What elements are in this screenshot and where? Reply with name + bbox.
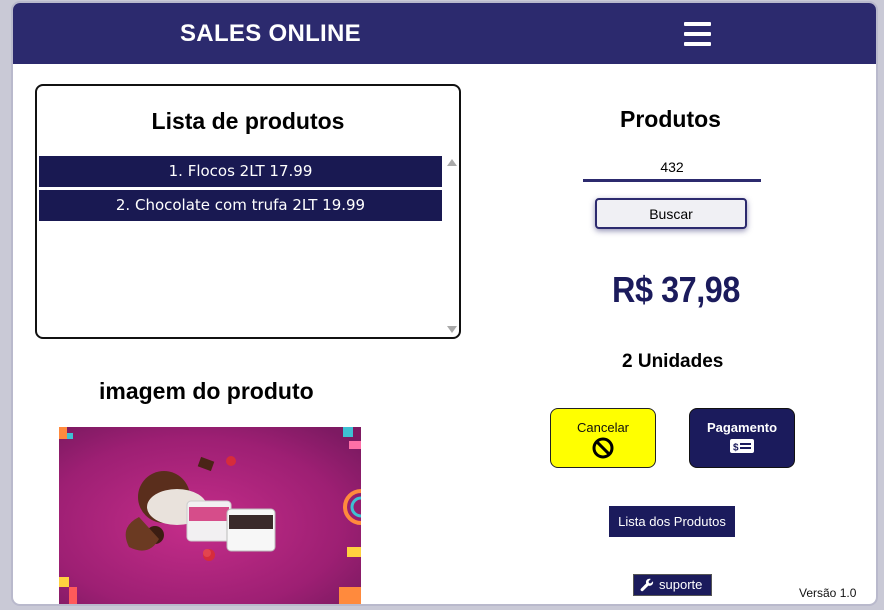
- list-item[interactable]: 2. Chocolate com trufa 2LT 19.99: [39, 190, 442, 221]
- payment-button[interactable]: Pagamento $: [689, 408, 795, 468]
- cancel-button-label: Cancelar: [576, 420, 630, 435]
- total-price: R$ 37,98: [612, 269, 740, 310]
- product-image-title: imagem do produto: [99, 378, 314, 404]
- search-button[interactable]: Buscar: [595, 198, 747, 229]
- product-list: 1. Flocos 2LT 17.99 2. Chocolate com tru…: [39, 156, 442, 224]
- header-bar: SALES ONLINE: [13, 3, 876, 64]
- wrench-icon: [640, 578, 654, 592]
- prohibited-icon: [592, 437, 614, 459]
- products-title: Produtos: [620, 106, 721, 132]
- product-list-button[interactable]: Lista dos Produtos: [609, 506, 735, 537]
- product-list-title: Lista de produtos: [151, 108, 345, 134]
- support-button-label: suporte: [659, 577, 703, 592]
- svg-text:$: $: [733, 443, 739, 454]
- money-bill-icon: $: [730, 439, 754, 454]
- hamburger-menu-icon[interactable]: [684, 22, 711, 46]
- app-window: SALES ONLINE Lista de produtos 1. Flocos…: [13, 3, 876, 604]
- product-code-input[interactable]: [583, 155, 761, 182]
- support-button[interactable]: suporte: [633, 574, 712, 596]
- units-count: 2 Unidades: [622, 351, 724, 372]
- version-label: Versão 1.0: [799, 586, 857, 600]
- scroll-down-arrow-icon[interactable]: [447, 326, 457, 333]
- list-item[interactable]: 1. Flocos 2LT 17.99: [39, 156, 442, 187]
- scroll-up-arrow-icon[interactable]: [447, 159, 457, 166]
- cancel-button[interactable]: Cancelar: [550, 408, 656, 468]
- payment-button-label: Pagamento: [706, 420, 778, 435]
- app-title: SALES ONLINE: [180, 20, 361, 47]
- product-image: [59, 427, 361, 604]
- product-list-panel: Lista de produtos 1. Flocos 2LT 17.99 2.…: [35, 84, 461, 339]
